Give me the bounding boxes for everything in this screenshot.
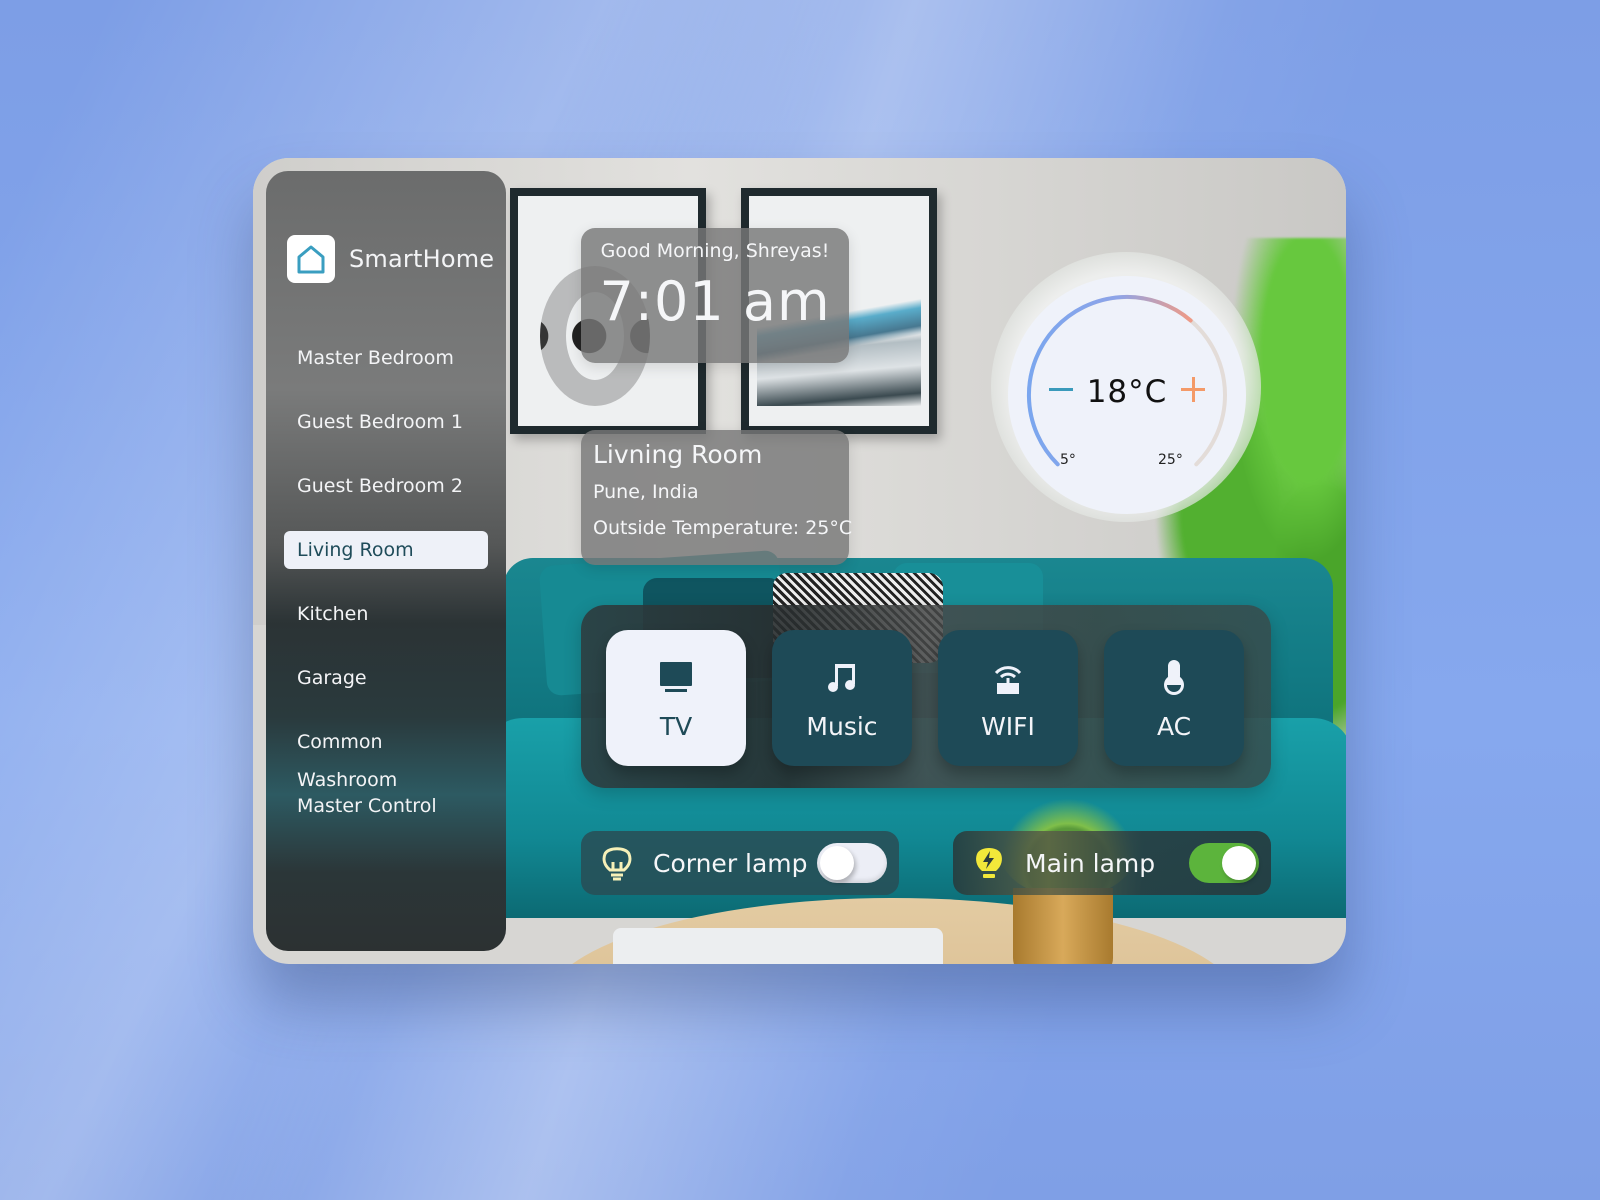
- device-label: WIFI: [981, 712, 1035, 741]
- sidebar-item-living-room[interactable]: Living Room: [284, 531, 488, 569]
- room-nav: Master Bedroom Guest Bedroom 1 Guest Bed…: [284, 339, 488, 851]
- thermostat-dial[interactable]: 18°C 5° 25°: [1008, 276, 1246, 514]
- music-note-icon: [772, 658, 912, 698]
- device-label: Music: [806, 712, 878, 741]
- room-info-panel: Livning Room Pune, India Outside Tempera…: [581, 430, 853, 565]
- laptop: [613, 928, 943, 964]
- brand[interactable]: SmartHome: [287, 235, 494, 283]
- sidebar-item-kitchen[interactable]: Kitchen: [284, 595, 488, 633]
- lamp-label: Corner lamp: [653, 848, 808, 878]
- room-location: Pune, India: [593, 481, 699, 503]
- lightbulb-outline-icon: [597, 845, 637, 881]
- device-tile-wifi[interactable]: WIFI: [938, 630, 1078, 766]
- thermostat-max-label: 25°: [1158, 452, 1183, 468]
- sidebar-item-master-bedroom[interactable]: Master Bedroom: [284, 339, 488, 377]
- lamp-control-main: Main lamp: [953, 831, 1271, 895]
- sidebar-item-guest-bedroom-1[interactable]: Guest Bedroom 1: [284, 403, 488, 441]
- corner-lamp-toggle[interactable]: [817, 843, 887, 883]
- sidebar-item-garage[interactable]: Garage: [284, 659, 488, 697]
- device-tile-ac[interactable]: AC: [1104, 630, 1244, 766]
- lamp-control-corner: Corner lamp: [581, 831, 899, 895]
- room-title: Livning Room: [593, 440, 763, 469]
- plus-icon[interactable]: [1178, 370, 1208, 410]
- greeting-panel: Good Morning, Shreyas! 7:01 am: [581, 228, 849, 363]
- main-lamp-toggle[interactable]: [1189, 843, 1259, 883]
- sidebar: SmartHome Master Bedroom Guest Bedroom 1…: [266, 171, 506, 951]
- brand-name: SmartHome: [349, 245, 495, 273]
- thermometer-icon: [1104, 658, 1244, 698]
- house-icon: [287, 235, 335, 283]
- greeting-text: Good Morning, Shreyas!: [600, 240, 830, 262]
- smarthome-dashboard: SmartHome Master Bedroom Guest Bedroom 1…: [253, 158, 1346, 964]
- lightbulb-bolt-icon: [969, 845, 1009, 881]
- device-label: TV: [659, 712, 693, 741]
- device-tile-tv[interactable]: TV: [606, 630, 746, 766]
- toggle-knob: [820, 846, 854, 880]
- device-label: AC: [1156, 712, 1192, 741]
- router-icon: [938, 658, 1078, 698]
- sidebar-item-common-washroom[interactable]: Common Washroom: [284, 723, 488, 791]
- outside-temperature: Outside Temperature: 25°C: [593, 517, 853, 539]
- toggle-knob: [1222, 846, 1256, 880]
- device-tile-music[interactable]: Music: [772, 630, 912, 766]
- lamp-label: Main lamp: [1025, 848, 1156, 878]
- sidebar-item-guest-bedroom-2[interactable]: Guest Bedroom 2: [284, 467, 488, 505]
- thermostat-min-label: 5°: [1060, 452, 1076, 468]
- thermostat-value: 18°C: [1086, 374, 1168, 410]
- plant-pot: [1013, 888, 1113, 964]
- tv-icon: [606, 658, 746, 698]
- clock-time: 7:01 am: [599, 270, 831, 333]
- sidebar-item-master-control[interactable]: Master Control: [284, 787, 488, 825]
- device-tiles: TV Music WIFI AC: [581, 605, 1271, 788]
